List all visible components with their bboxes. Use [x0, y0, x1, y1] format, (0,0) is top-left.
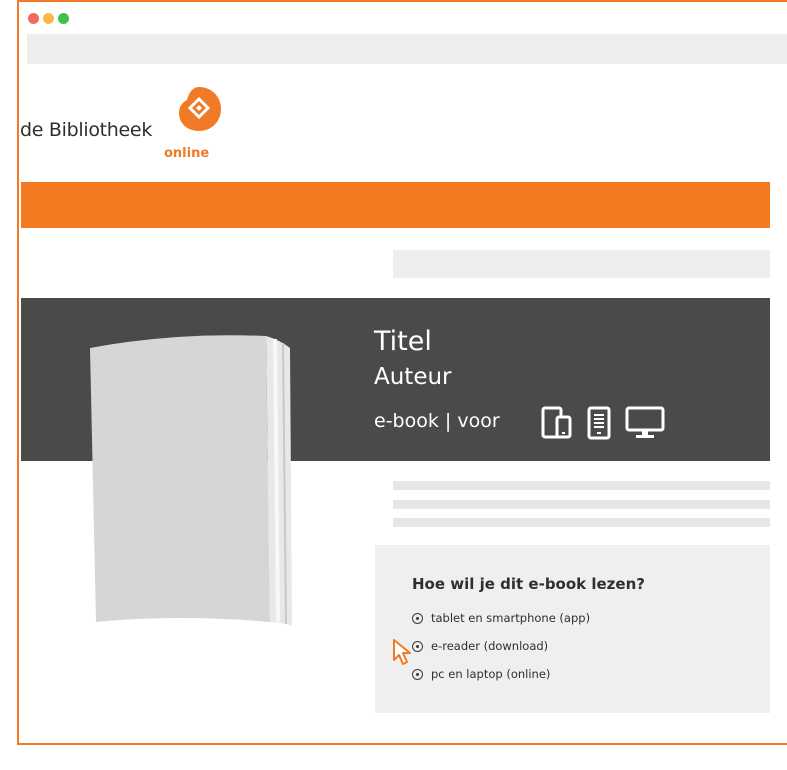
book-format-label: e-book | voor	[374, 410, 500, 432]
book-title: Titel	[374, 326, 432, 357]
site-logo[interactable]: de Bibliotheek online	[20, 82, 240, 162]
navigation-bar	[21, 182, 770, 228]
option-label: tablet en smartphone (app)	[431, 611, 591, 625]
mouse-pointer-icon	[393, 639, 411, 665]
address-bar[interactable]	[27, 34, 787, 64]
radio-icon[interactable]	[412, 668, 423, 680]
book-cover-placeholder	[90, 335, 292, 626]
logo-text: de Bibliotheek	[20, 119, 153, 141]
tablet-smartphone-icon	[541, 406, 572, 439]
bibliotheek-logo-icon	[179, 87, 221, 131]
e-reader-icon	[587, 406, 611, 440]
option-e-reader[interactable]: e-reader (download)	[412, 639, 548, 653]
device-icons	[541, 406, 665, 440]
option-tablet-smartphone[interactable]: tablet en smartphone (app)	[412, 611, 590, 625]
option-pc-laptop[interactable]: pc en laptop (online)	[412, 667, 550, 681]
description-line	[393, 481, 770, 490]
read-options-panel: Hoe wil je dit e-book lezen? tablet en s…	[375, 545, 770, 713]
maximize-window-button[interactable]	[58, 13, 69, 24]
option-label: e-reader (download)	[431, 639, 549, 653]
read-options-question: Hoe wil je dit e-book lezen?	[412, 575, 645, 593]
close-window-button[interactable]	[28, 13, 39, 24]
search-bar-placeholder[interactable]	[393, 250, 770, 278]
option-label: pc en laptop (online)	[431, 667, 551, 681]
description-line	[393, 500, 770, 509]
description-line	[393, 518, 770, 527]
minimize-window-button[interactable]	[43, 13, 54, 24]
desktop-icon	[625, 406, 665, 438]
book-author: Auteur	[374, 364, 452, 390]
radio-icon[interactable]	[412, 612, 423, 624]
logo-subtext: online	[164, 146, 210, 161]
window-controls	[28, 13, 69, 24]
